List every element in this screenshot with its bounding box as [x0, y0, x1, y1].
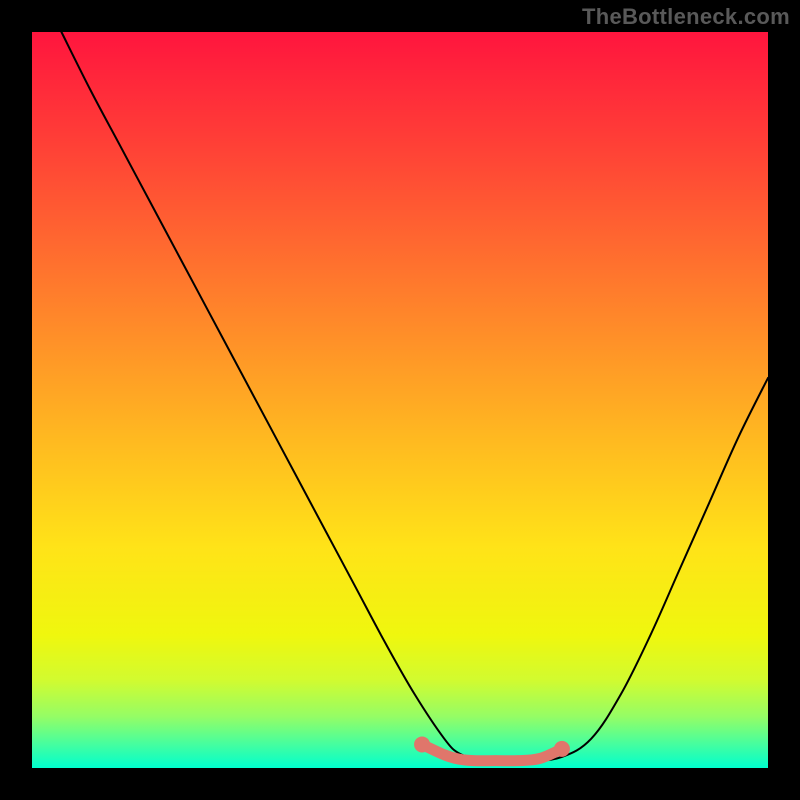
bottleneck-chart: [0, 0, 800, 800]
plot-background: [32, 32, 768, 768]
chart-frame: TheBottleneck.com: [0, 0, 800, 800]
watermark-label: TheBottleneck.com: [582, 4, 790, 30]
optimal-region-end-dot: [554, 741, 570, 757]
optimal-region-start-dot: [414, 736, 430, 752]
